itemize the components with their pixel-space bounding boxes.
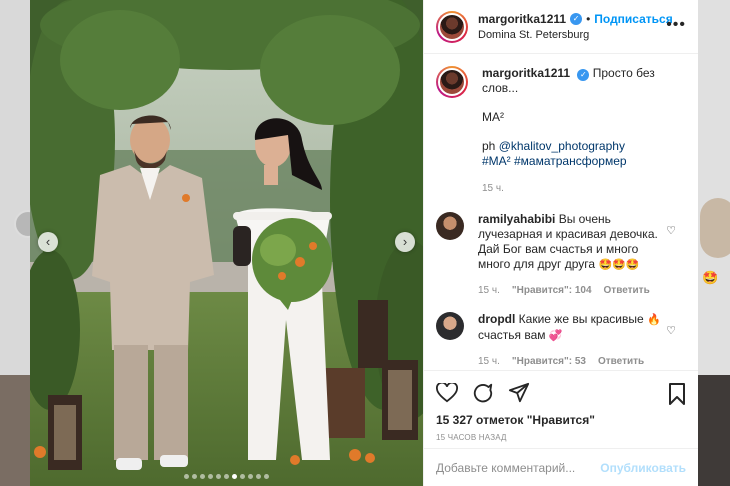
reply-button[interactable]: Ответить xyxy=(604,283,650,298)
comment-emoji: 🤩🤩🤩 xyxy=(598,259,640,271)
caption-username[interactable]: margoritka1211 xyxy=(482,66,570,80)
comment-time[interactable]: 15 ч. xyxy=(478,354,500,369)
comment-text: Какие же вы красивые xyxy=(518,312,644,326)
like-comment-heart-icon[interactable]: ♡ xyxy=(666,324,676,337)
caption-verified-icon: ✓ xyxy=(577,69,590,81)
caption-title: MA² xyxy=(482,110,504,124)
comment-input[interactable] xyxy=(436,460,601,475)
carousel-dot xyxy=(216,474,221,479)
more-options-icon[interactable]: ••• xyxy=(666,16,686,34)
follow-button[interactable]: Подписаться xyxy=(594,12,672,26)
commenter-avatar[interactable] xyxy=(436,312,464,340)
comment-bubble-icon[interactable] xyxy=(472,382,494,404)
wedding-photo-illustration xyxy=(30,0,423,486)
author-username[interactable]: margoritka1211 xyxy=(478,12,566,26)
bookmark-save-icon[interactable] xyxy=(668,383,686,410)
carousel-dot xyxy=(192,474,197,479)
comment-composer: Опубликовать xyxy=(424,448,698,486)
post-actions: 15 327 отметок "Нравится" 15 ЧАСОВ НАЗАД xyxy=(424,370,698,448)
carousel-dot xyxy=(256,474,261,479)
carousel-dot xyxy=(184,474,189,479)
comment-username[interactable]: ramilyahabibi xyxy=(478,212,555,226)
carousel-dot xyxy=(264,474,269,479)
carousel-dot xyxy=(240,474,245,479)
carousel-dot xyxy=(208,474,213,479)
comment-emoji-end: 💞 xyxy=(548,330,563,342)
caption-credit: ph @khalitov_photography xyxy=(482,139,686,154)
post-modal: ‹ › margoritka1211 ✓ • Подписаться Domin… xyxy=(30,0,698,486)
carousel-dot xyxy=(248,474,253,479)
carousel-dot xyxy=(232,474,237,479)
caption-avatar[interactable] xyxy=(436,66,468,98)
photographer-link[interactable]: @khalitov_photography xyxy=(499,139,625,153)
comment-time[interactable]: 15 ч. xyxy=(478,283,500,298)
likes-count[interactable]: 15 327 отметок "Нравится" xyxy=(436,413,686,427)
like-heart-icon[interactable] xyxy=(436,383,458,403)
post-photo[interactable]: ‹ › xyxy=(30,0,423,486)
verified-badge-icon: ✓ xyxy=(570,13,583,25)
comment-likes[interactable]: "Нравится": 104 xyxy=(512,283,592,298)
carousel-next-button[interactable]: › xyxy=(395,232,415,252)
comment-likes[interactable]: "Нравится": 53 xyxy=(512,354,586,369)
post-age[interactable]: 15 ЧАСОВ НАЗАД xyxy=(436,433,686,442)
comment-item: ramilyahabibi Вы очень лучезарная и крас… xyxy=(436,212,686,298)
caption-time[interactable]: 15 ч. xyxy=(482,181,504,196)
post-panel: margoritka1211 ✓ • Подписаться Domina St… xyxy=(423,0,698,486)
carousel-dots xyxy=(30,474,423,479)
post-header: margoritka1211 ✓ • Подписаться Domina St… xyxy=(424,0,698,54)
credit-prefix: ph xyxy=(482,139,499,153)
caption-hashtags[interactable]: #MA² #маматрансформер xyxy=(482,154,686,169)
comment-item: dropdl Какие же вы красивые 🔥 счастья ва… xyxy=(436,312,686,369)
header-separator: • xyxy=(586,12,591,26)
comment-emoji: 🔥 xyxy=(646,314,661,326)
post-caption: margoritka1211 ✓ Просто без слов... MA² … xyxy=(436,66,686,196)
author-avatar[interactable] xyxy=(436,10,468,43)
carousel-prev-button[interactable]: ‹ xyxy=(38,232,58,252)
commenter-avatar[interactable] xyxy=(436,212,464,240)
side-emoji-icon: 🤩 xyxy=(702,270,719,285)
like-comment-heart-icon[interactable]: ♡ xyxy=(666,224,676,237)
post-location[interactable]: Domina St. Petersburg xyxy=(478,29,686,41)
share-paper-plane-icon[interactable] xyxy=(508,382,530,404)
comment-username[interactable]: dropdl xyxy=(478,312,515,326)
carousel-dot xyxy=(224,474,229,479)
next-post-thumbnail[interactable] xyxy=(700,198,730,258)
comments-list[interactable]: margoritka1211 ✓ Просто без слов... MA² … xyxy=(424,54,698,370)
carousel-dot xyxy=(200,474,205,479)
reply-button[interactable]: Ответить xyxy=(598,354,644,369)
comment-text-2: счастья вам xyxy=(478,328,546,342)
publish-button[interactable]: Опубликовать xyxy=(600,461,686,475)
